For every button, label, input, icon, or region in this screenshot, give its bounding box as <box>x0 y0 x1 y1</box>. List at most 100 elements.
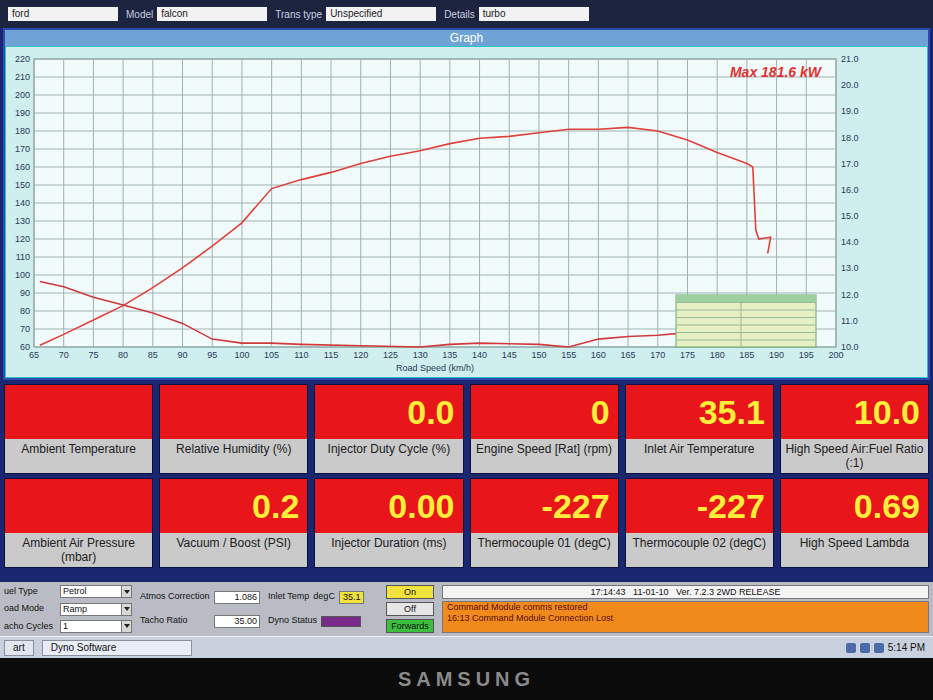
gauge-grid: Ambient TemperatureRelative Humidity (%)… <box>0 380 933 582</box>
x-tick: 180 <box>710 350 725 360</box>
gauge-value: 35.1 <box>626 385 773 439</box>
x-tick: 160 <box>591 350 606 360</box>
dropdown[interactable]: Ramp <box>60 603 132 616</box>
legend-row <box>676 310 816 311</box>
gauge-label: Inlet Air Temperature <box>626 439 773 473</box>
grid-line <box>34 113 836 114</box>
log-message: Command Module comms restored <box>447 602 924 613</box>
gauge-value: 0.0 <box>315 385 462 439</box>
field-label: Model <box>126 7 153 22</box>
field-value[interactable]: falcon <box>157 7 267 21</box>
legend-row <box>676 340 816 341</box>
log-panel: 17:14:43 11-01-10 Ver. 7.2.3 2WD RELEASE… <box>442 585 929 633</box>
field-value[interactable]: Unspecified <box>326 7 436 21</box>
x-tick: 100 <box>234 350 249 360</box>
legend-row <box>676 317 816 318</box>
y-tick: 130 <box>15 216 30 226</box>
gauge-tile: -227Thermocouple 01 (degC) <box>470 478 619 568</box>
grid-line <box>34 275 836 276</box>
gauge-label: Vacuum / Boost (PSI) <box>160 533 307 567</box>
correction-value[interactable]: 35.00 <box>214 615 260 628</box>
gauge-label: Thermocouple 02 (degC) <box>626 533 773 567</box>
tray-app-icon[interactable] <box>846 643 856 653</box>
mode-button[interactable]: Forwards <box>386 619 434 633</box>
dyno-status-label: Dyno Status <box>268 614 317 628</box>
y2-tick: 16.0 <box>841 185 859 195</box>
dropdown-value: Petrol <box>61 586 121 597</box>
start-button[interactable]: art <box>4 640 34 656</box>
control-strip: uel TypePetrol oad Mode Ramp acho Cycles 1 At… <box>0 582 933 636</box>
gauge-value: 0.00 <box>315 479 462 533</box>
x-tick: 115 <box>324 350 338 360</box>
gauge-tile: Ambient Temperature <box>4 384 153 474</box>
button-label: Off <box>404 604 416 614</box>
dropdown-arrow-icon[interactable] <box>121 586 131 597</box>
field-value[interactable]: ford <box>8 7 118 21</box>
y-tick: 60 <box>20 342 30 352</box>
status-row: Dyno Status <box>268 614 378 628</box>
inlet-unit: degC <box>313 590 335 604</box>
x-tick: 125 <box>383 350 398 360</box>
legend-header <box>676 295 816 302</box>
gauge-label: High Speed Lambda <box>781 533 928 567</box>
grid-line <box>34 293 836 294</box>
grid-line <box>34 131 836 132</box>
x-tick: 80 <box>118 350 128 360</box>
correction-label: Atmos Correction <box>140 590 210 604</box>
x-axis-title: Road Speed (km/h) <box>396 363 474 373</box>
x-tick: 170 <box>650 350 665 360</box>
x-tick: 90 <box>178 350 188 360</box>
tray-network-icon[interactable] <box>860 643 870 653</box>
tray-volume-icon[interactable] <box>874 643 884 653</box>
gauge-tile: 35.1Inlet Air Temperature <box>625 384 774 474</box>
grid-line <box>34 239 836 240</box>
grid-line <box>34 95 836 96</box>
header-bar: fordModelfalconTrans typeUnspecifiedDeta… <box>0 0 933 28</box>
button-group: On Off Forwards <box>386 585 434 633</box>
gauge-value: 0 <box>471 385 618 439</box>
dropdown-arrow-icon[interactable] <box>121 621 131 632</box>
field-label: Trans type <box>275 7 322 22</box>
correction-value[interactable]: 1.086 <box>214 591 260 604</box>
inlet-group: Inlet TempdegC35.1Dyno Status <box>268 585 378 633</box>
legend-row <box>676 302 816 303</box>
setting-label: oad Mode <box>4 602 56 616</box>
message-log: Command Module comms restored16:13 Comma… <box>442 601 929 633</box>
mode-button[interactable]: On <box>386 585 434 599</box>
grid-line <box>34 203 836 204</box>
y-tick: 160 <box>15 162 30 172</box>
header-field: ford <box>8 7 118 21</box>
gauge-tile: 0.0Injector Duty Cycle (%) <box>314 384 463 474</box>
header-field: Model falcon <box>126 7 267 22</box>
grid-line <box>34 185 836 186</box>
mode-button[interactable]: Off <box>386 602 434 616</box>
dropdown[interactable]: 1 <box>60 620 132 633</box>
setting-label: acho Cycles <box>4 620 56 634</box>
y-tick: 90 <box>20 288 30 298</box>
y2-tick: 18.0 <box>841 133 859 143</box>
gauge-tile: 0Engine Speed [Rat] (rpm) <box>470 384 619 474</box>
y-tick: 70 <box>20 324 30 334</box>
log-message: 16:13 Command Module Connection Lost <box>447 613 924 624</box>
taskbar-clock: 5:14 PM <box>888 640 925 655</box>
legend-frame <box>676 295 816 347</box>
setting-row: uel TypePetrol <box>4 585 132 599</box>
status-line: 17:14:43 11-01-10 Ver. 7.2.3 2WD RELEASE <box>442 585 929 599</box>
gauge-label: High Speed Air:Fuel Ratio (:1) <box>781 439 928 473</box>
monitor-brand: SAMSUNG <box>398 664 535 694</box>
y-tick: 80 <box>20 306 30 316</box>
dropdown[interactable]: Petrol <box>60 585 132 598</box>
dropdown-arrow-icon[interactable] <box>121 604 131 615</box>
x-tick: 165 <box>621 350 636 360</box>
settings-group: uel TypePetrol oad Mode Ramp acho Cycles 1 <box>4 585 132 633</box>
field-value[interactable]: turbo <box>479 7 589 21</box>
correction-group: Atmos Correction1.086Tacho Ratio35.00 <box>140 585 260 633</box>
afr-line <box>40 282 688 348</box>
x-tick: 75 <box>88 350 98 360</box>
gauge-value <box>5 385 152 439</box>
x-tick: 145 <box>502 350 517 360</box>
taskbar-app[interactable]: Dyno Software <box>42 640 192 656</box>
dyno-chart: 6570758085909510010511011512012513013514… <box>6 47 927 377</box>
gauge-label: Ambient Air Pressure (mbar) <box>5 533 152 567</box>
y2-tick: 13.0 <box>841 263 859 273</box>
